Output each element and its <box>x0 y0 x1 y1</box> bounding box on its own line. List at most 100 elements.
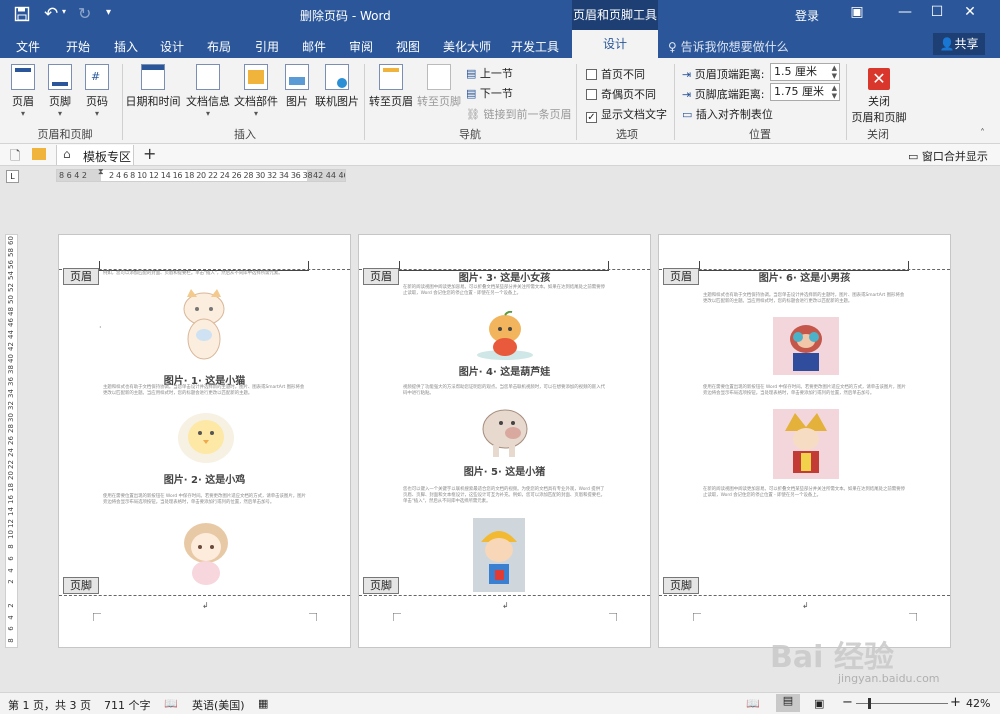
undo-icon[interactable]: ↶ <box>44 4 58 24</box>
goto-header-button[interactable]: 转至页眉 <box>368 64 414 109</box>
picture-icon <box>285 64 309 90</box>
zoom-slider-thumb[interactable] <box>868 698 871 709</box>
different-odd-even-checkbox[interactable]: 奇偶页不同 <box>586 86 656 102</box>
spinner-arrows-icon[interactable]: ▲ ▼ <box>832 84 837 100</box>
save-icon[interactable] <box>14 6 30 26</box>
login-link[interactable]: 登录 <box>795 7 819 24</box>
minimize-icon[interactable]: — <box>890 4 920 20</box>
close-label-line1: 关闭 <box>868 95 890 108</box>
print-layout-icon[interactable]: ▤ <box>776 694 800 712</box>
doc-info-button[interactable]: 文档信息 ▾ <box>184 64 232 118</box>
tab-header-footer-design[interactable]: 设计 <box>572 30 658 59</box>
girl-image[interactable] <box>179 521 233 587</box>
tab-template-zone[interactable]: ⌂ 模板专区 <box>56 145 134 165</box>
kitten-image[interactable] <box>173 287 235 365</box>
word-count[interactable]: 711 个字 <box>104 697 151 713</box>
zoom-in-button[interactable]: + <box>950 695 961 710</box>
maximize-icon[interactable]: ☐ <box>922 4 952 20</box>
vertical-ruler-number: 50 <box>7 294 15 304</box>
close-window-icon[interactable]: ✕ <box>955 4 985 20</box>
tab-review[interactable]: 审阅 <box>349 38 373 55</box>
group-label-navigation: 导航 <box>459 128 481 141</box>
footer-button[interactable]: 页脚 ▾ <box>43 64 77 118</box>
vertical-ruler-number: 48 <box>7 306 15 316</box>
boy-image[interactable] <box>473 518 525 592</box>
gourd-baby-image[interactable] <box>475 310 535 361</box>
new-document-icon[interactable]: 🗋 <box>10 147 20 169</box>
page-count[interactable]: 第 1 页，共 3 页 <box>8 697 91 713</box>
merge-windows-button[interactable]: ▭ 窗口合并显示 <box>908 148 988 164</box>
tab-references[interactable]: 引用 <box>255 38 279 55</box>
previous-section-icon: ▤ <box>466 67 477 80</box>
tell-me-search[interactable]: ♀ 告诉我你想要做什么 <box>668 38 789 55</box>
chick-image[interactable] <box>175 410 237 464</box>
tab-view[interactable]: 视图 <box>396 38 420 55</box>
footer-tag: 页脚 <box>663 577 699 594</box>
spinner-arrows-icon[interactable]: ▲ ▼ <box>832 64 837 80</box>
checkmark-icon: ✓ <box>586 112 597 123</box>
vertical-ruler-number: 22 <box>7 459 15 469</box>
indent-marker-icon[interactable]: ⧗ <box>98 167 104 177</box>
tab-home[interactable]: 开始 <box>66 38 90 55</box>
proofing-icon[interactable]: 📖 <box>164 697 178 710</box>
vertical-ruler-number: 34 <box>7 389 15 398</box>
tab-developer[interactable]: 开发工具 <box>511 38 559 55</box>
figure-caption: 图片· 3· 这是小女孩 <box>458 273 551 284</box>
page-number-icon: # <box>85 64 109 90</box>
undo-dropdown-icon[interactable]: ▾ <box>62 7 66 16</box>
tab-selector[interactable]: L <box>6 170 19 183</box>
tab-design-doc[interactable]: 设计 <box>160 38 184 55</box>
jester-image[interactable] <box>773 409 839 479</box>
web-layout-icon[interactable]: ▣ <box>814 697 824 710</box>
tab-insert[interactable]: 插入 <box>114 38 138 55</box>
close-header-footer-button[interactable]: ✕ 关闭 页眉和页脚 <box>848 68 910 125</box>
group-separator <box>576 64 577 140</box>
date-time-label: 日期和时间 <box>125 95 181 108</box>
language[interactable]: 英语(美国) <box>192 697 245 713</box>
monkey-image[interactable] <box>773 317 839 375</box>
picture-button[interactable]: 图片 <box>282 64 312 109</box>
header-distance-spinner[interactable]: 1.5 厘米 ▲ ▼ <box>770 63 840 81</box>
share-button[interactable]: 👤共享 <box>933 33 985 55</box>
footer-distance-spinner[interactable]: 1.75 厘米 ▲ ▼ <box>770 83 840 101</box>
page-1[interactable]: 页眉 例如，您可以添加匹配的封面、页眉和提要栏。单击"插入"，然后从不同库中选择… <box>58 234 351 648</box>
previous-section-button[interactable]: ▤ 上一节 <box>466 65 513 81</box>
folder-icon[interactable] <box>32 148 46 160</box>
goto-footer-button[interactable]: 转至页脚 <box>416 64 462 109</box>
add-tab-button[interactable]: + <box>143 144 156 163</box>
page-number-button[interactable]: # 页码 ▾ <box>80 64 114 118</box>
doc-parts-button[interactable]: 文档部件 ▾ <box>232 64 280 118</box>
zoom-level[interactable]: 42% <box>966 697 990 710</box>
tab-file[interactable]: 文件 <box>16 38 40 55</box>
vertical-ruler[interactable]: 60 58 56 54 52 50 48 46 44 42 40 38 36 34 32 30 28 26 24 22… <box>5 234 18 648</box>
vertical-ruler-number: 6 <box>7 626 15 632</box>
date-time-button[interactable]: 日期和时间 <box>124 64 182 109</box>
tab-beautify-master[interactable]: 美化大师 <box>443 38 491 55</box>
footer-boundary-line <box>659 595 950 596</box>
template-zone-label: 模板专区 <box>83 150 132 164</box>
show-document-text-checkbox[interactable]: ✓ 显示文档文字 <box>586 106 667 123</box>
page-3[interactable]: 页眉 图片· 6· 这是小男孩 主题和样式也有助于文档保持协调。当您单击设计并选… <box>658 234 951 648</box>
pig-image[interactable] <box>475 403 535 461</box>
next-section-button[interactable]: ▤ 下一节 <box>466 85 513 101</box>
goto-header-label: 转至页眉 <box>369 95 413 108</box>
zoom-out-button[interactable]: − <box>842 695 853 710</box>
link-to-previous-button[interactable]: ⛓ 链接到前一条页眉 <box>466 106 571 122</box>
header-button[interactable]: 页眉 ▾ <box>6 64 40 118</box>
tab-layout[interactable]: 布局 <box>207 38 231 55</box>
body-text: 您也可以键入一个关键字以联机搜索最适合您的文档的视频。为使您的文档具有专业外观，… <box>403 487 605 504</box>
insert-alignment-tab-button[interactable]: ▭ 插入对齐制表位 <box>682 106 773 122</box>
tab-mailings[interactable]: 邮件 <box>302 38 326 55</box>
picture-label: 图片 <box>286 95 308 108</box>
different-first-page-checkbox[interactable]: 首页不同 <box>586 66 645 82</box>
vertical-ruler-number: 36 <box>7 377 15 387</box>
redo-icon[interactable]: ↻ <box>78 4 91 23</box>
page-2[interactable]: 页眉 图片· 3· 这是小女孩 在新的阅读视图中阅读更加容易。可以折叠文档某些部… <box>358 234 651 648</box>
online-picture-button[interactable]: 联机图片 <box>314 64 360 109</box>
vertical-ruler-number: 40 <box>7 353 15 363</box>
ribbon-display-options-icon[interactable]: ▣ <box>842 4 872 20</box>
collapse-ribbon-icon[interactable]: ˄ <box>980 128 985 139</box>
macro-record-icon[interactable]: ▦ <box>258 697 268 710</box>
customize-qat-icon[interactable]: ▾ <box>106 7 111 18</box>
read-mode-icon[interactable]: 📖 <box>746 697 760 710</box>
